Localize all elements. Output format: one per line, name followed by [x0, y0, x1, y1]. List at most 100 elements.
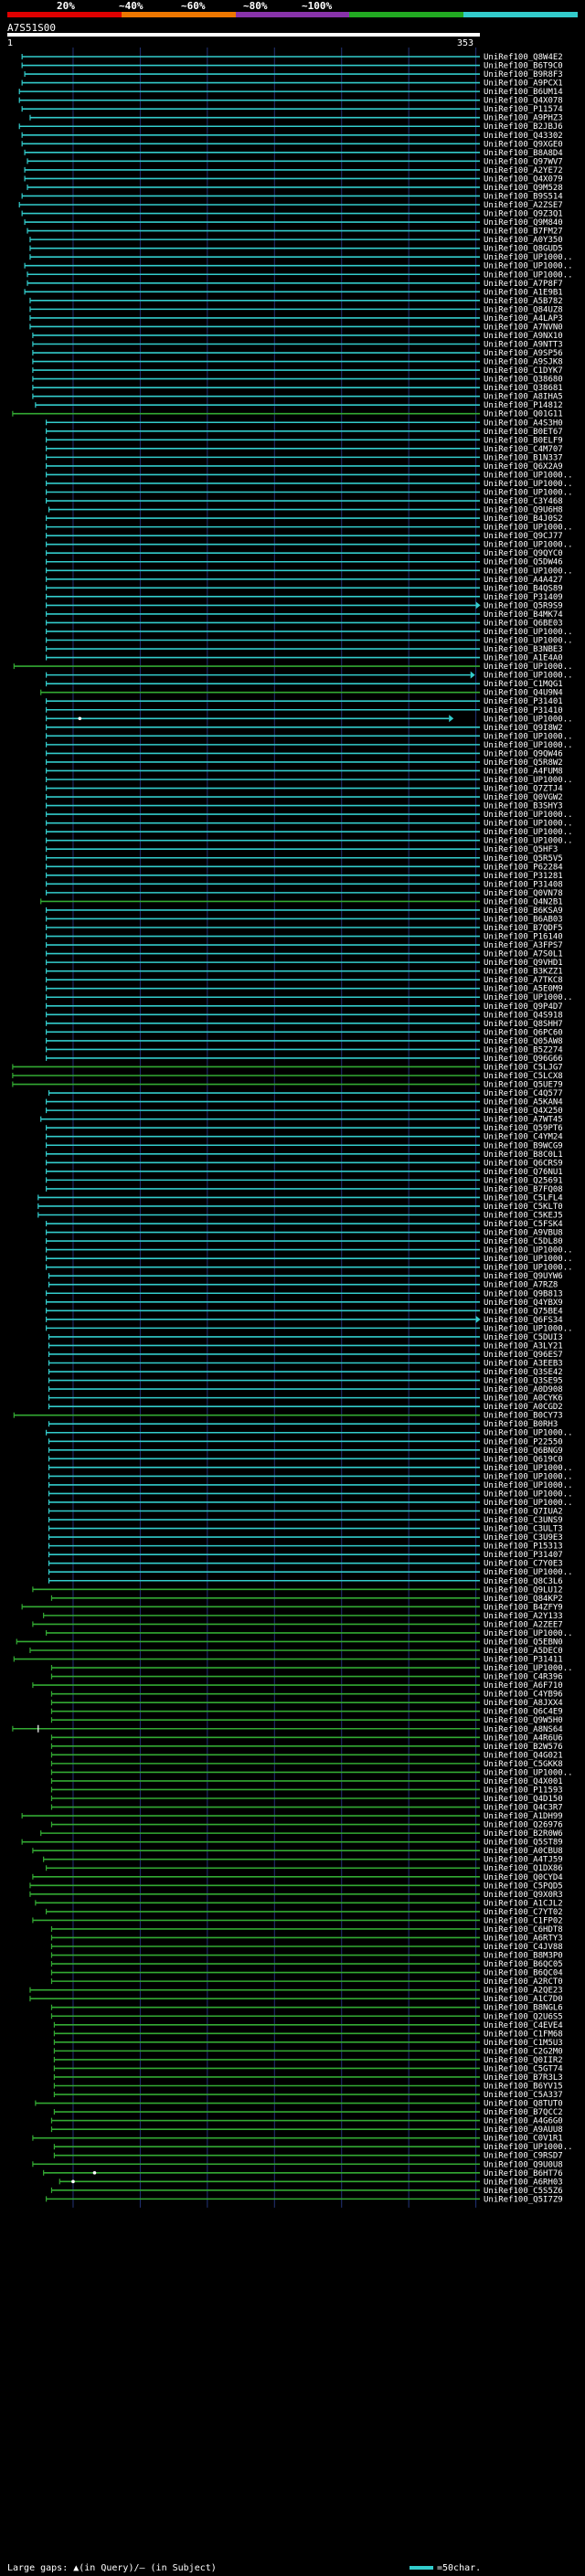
hit-row[interactable]: UniRef100_Q9CJ77 [45, 532, 563, 541]
hit-row[interactable]: UniRef100_Q9B813 [45, 1289, 563, 1299]
hit-label[interactable]: UniRef100_A6RTY3 [484, 1934, 563, 1943]
hit-row[interactable]: UniRef100_B0ET67 [45, 428, 563, 437]
hit-label[interactable]: UniRef100_UP1000.. [484, 1246, 573, 1256]
hit-label[interactable]: UniRef100_B7FQ08 [484, 1185, 563, 1194]
hit-label[interactable]: UniRef100_Q4X001 [484, 1777, 563, 1786]
hit-row[interactable]: UniRef100_A5KAN4 [45, 1098, 563, 1108]
hit-row[interactable]: UniRef100_C5PQD5 [29, 1882, 563, 1891]
hit-label[interactable]: UniRef100_Q8TUT0 [484, 2100, 563, 2109]
hit-label[interactable]: UniRef100_Q6FS34 [484, 1316, 563, 1325]
hit-label[interactable]: UniRef100_A4S3H0 [484, 419, 563, 428]
hit-label[interactable]: UniRef100_A9VBU8 [484, 1229, 563, 1238]
hit-label[interactable]: UniRef100_UP1000.. [484, 732, 573, 741]
hit-row[interactable]: UniRef100_UP1000.. [45, 741, 573, 750]
hit-row[interactable]: UniRef100_C5DUI3 [48, 1333, 563, 1342]
hit-label[interactable]: UniRef100_UP1000.. [484, 672, 573, 681]
hit-label[interactable]: UniRef100_B4J0S2 [484, 514, 563, 524]
hit-row[interactable]: UniRef100_B3KZZ1 [45, 968, 563, 977]
hit-row[interactable]: UniRef100_Q9W5H0 [50, 1716, 563, 1725]
hit-label[interactable]: UniRef100_A4FUM8 [484, 767, 563, 776]
hit-label[interactable]: UniRef100_UP1000.. [484, 1499, 573, 1508]
hit-row[interactable]: UniRef100_A9PHZ3 [29, 114, 563, 123]
hit-label[interactable]: UniRef100_C5GKK8 [484, 1760, 563, 1769]
hit-label[interactable]: UniRef100_A3LY21 [484, 1341, 563, 1351]
hit-label[interactable]: UniRef100_Q9M840 [484, 218, 563, 228]
hit-label[interactable]: UniRef100_C5KEJ5 [484, 1211, 563, 1220]
hit-row[interactable]: UniRef100_Q5UE79 [12, 1081, 563, 1090]
hit-label[interactable]: UniRef100_UP1000.. [484, 480, 573, 489]
hit-row[interactable]: UniRef100_C2G2M0 [53, 2047, 563, 2056]
hit-row[interactable]: UniRef100_B6KSA9 [45, 906, 563, 916]
hit-label[interactable]: UniRef100_Q619C0 [484, 1455, 563, 1464]
hit-label[interactable]: UniRef100_A2RCT0 [484, 1977, 563, 1987]
hit-label[interactable]: UniRef100_B6QC05 [484, 1960, 563, 1969]
hit-row[interactable]: UniRef100_C5LJG7 [12, 1063, 563, 1072]
hit-row[interactable]: UniRef100_UP1000.. [45, 489, 573, 498]
hit-label[interactable]: UniRef100_B2W576 [484, 1743, 563, 1752]
hit-label[interactable]: UniRef100_B6T9C0 [484, 62, 563, 71]
hit-label[interactable]: UniRef100_B9R8F3 [484, 70, 563, 80]
hit-label[interactable]: UniRef100_UP1000.. [484, 262, 573, 271]
hit-label[interactable]: UniRef100_UP1000.. [484, 715, 573, 724]
hit-row[interactable]: UniRef100_B3NBE3 [45, 645, 563, 654]
hit-row[interactable]: UniRef100_B6AB03 [45, 915, 563, 924]
hit-label[interactable]: UniRef100_C4YM24 [484, 1133, 563, 1142]
hit-label[interactable]: UniRef100_Q84KP2 [484, 1595, 563, 1604]
hit-label[interactable]: UniRef100_Q4C3R7 [484, 1804, 563, 1813]
hit-label[interactable]: UniRef100_A0CGD2 [484, 1403, 563, 1412]
hit-row[interactable]: UniRef100_Q96ES7 [48, 1351, 563, 1360]
hit-label[interactable]: UniRef100_Q4YBX9 [484, 1299, 563, 1308]
hit-row[interactable]: UniRef100_C5A337 [53, 2091, 563, 2100]
hit-label[interactable]: UniRef100_UP1000.. [484, 811, 573, 820]
hit-row[interactable]: UniRef100_A5DEC0 [29, 1647, 563, 1656]
hit-row[interactable]: UniRef100_B4MK74 [45, 610, 563, 620]
hit-label[interactable]: UniRef100_Q01G11 [484, 410, 563, 419]
hit-row[interactable]: UniRef100_A4TJ59 [43, 1856, 563, 1865]
hit-label[interactable]: UniRef100_Q9P4D7 [484, 1002, 563, 1012]
hit-row[interactable]: UniRef100_UP1000.. [45, 567, 573, 576]
hit-row[interactable]: UniRef100_UP1000.. [48, 1481, 573, 1490]
hit-row[interactable]: UniRef100_B9R8F3 [24, 70, 563, 80]
hit-label[interactable]: UniRef100_B5Z274 [484, 1045, 563, 1055]
hit-row[interactable]: UniRef100_UP1000.. [45, 820, 573, 829]
hit-row[interactable]: UniRef100_B6QC04 [50, 1969, 563, 1978]
hit-label[interactable]: UniRef100_A1E9B1 [484, 288, 563, 297]
hit-label[interactable]: UniRef100_C5LCX8 [484, 1072, 563, 1081]
hit-label[interactable]: UniRef100_Q59PT6 [484, 1124, 563, 1133]
hit-row[interactable]: UniRef100_UP1000.. [45, 628, 573, 637]
hit-row[interactable]: UniRef100_B7FQ08 [45, 1185, 563, 1194]
hit-row[interactable]: UniRef100_A9AUU8 [50, 2125, 563, 2135]
hit-row[interactable]: UniRef100_C4R396 [50, 1673, 563, 1682]
hit-label[interactable]: UniRef100_Q0VN78 [484, 889, 563, 898]
hit-row[interactable]: UniRef100_UP1000.. [45, 837, 573, 846]
hit-row[interactable]: UniRef100_Q8C3L6 [48, 1577, 563, 1586]
hit-label[interactable]: UniRef100_P62284 [484, 863, 563, 872]
hit-label[interactable]: UniRef100_C3Y468 [484, 497, 563, 506]
hit-label[interactable]: UniRef100_B0ELF9 [484, 436, 563, 445]
hit-row[interactable]: UniRef100_C4Q577 [48, 1089, 563, 1098]
hit-row[interactable]: UniRef100_Q4C3R7 [50, 1804, 563, 1813]
hit-row[interactable]: UniRef100_Q38680 [32, 376, 563, 385]
hit-label[interactable]: UniRef100_B6UM14 [484, 88, 563, 97]
hit-row[interactable]: UniRef100_B0RH3 [48, 1420, 558, 1429]
hit-row[interactable]: UniRef100_A6RTY3 [50, 1934, 563, 1943]
hit-row[interactable]: UniRef100_Q4N2B1 [40, 897, 563, 906]
hit-label[interactable]: UniRef100_P22550 [484, 1437, 563, 1447]
hit-label[interactable]: UniRef100_A7P8F7 [484, 280, 563, 289]
hit-label[interactable]: UniRef100_B8C0L1 [484, 1150, 563, 1160]
hit-row[interactable]: UniRef100_A7P8F7 [27, 280, 563, 289]
hit-label[interactable]: UniRef100_Q8W4E2 [484, 53, 563, 62]
hit-label[interactable]: UniRef100_P11574 [484, 105, 563, 114]
hit-label[interactable]: UniRef100_Q4X079 [484, 175, 563, 184]
hit-row[interactable]: UniRef100_C1FP02 [32, 1916, 563, 1925]
hit-label[interactable]: UniRef100_P31281 [484, 872, 563, 881]
hit-row[interactable]: UniRef100_A2RCT0 [50, 1977, 563, 1987]
hit-row[interactable]: UniRef100_C7YT02 [45, 1908, 563, 1917]
hit-label[interactable]: UniRef100_C3U9E3 [484, 1533, 563, 1542]
hit-label[interactable]: UniRef100_Q5R5V5 [484, 854, 563, 864]
hit-label[interactable]: UniRef100_A7RZ8 [484, 1281, 558, 1290]
hit-label[interactable]: UniRef100_UP1000.. [484, 820, 573, 829]
hit-label[interactable]: UniRef100_Q0CYD4 [484, 1873, 563, 1882]
hit-row[interactable]: UniRef100_B0ELF9 [45, 436, 563, 445]
hit-label[interactable]: UniRef100_UP1000.. [484, 828, 573, 837]
